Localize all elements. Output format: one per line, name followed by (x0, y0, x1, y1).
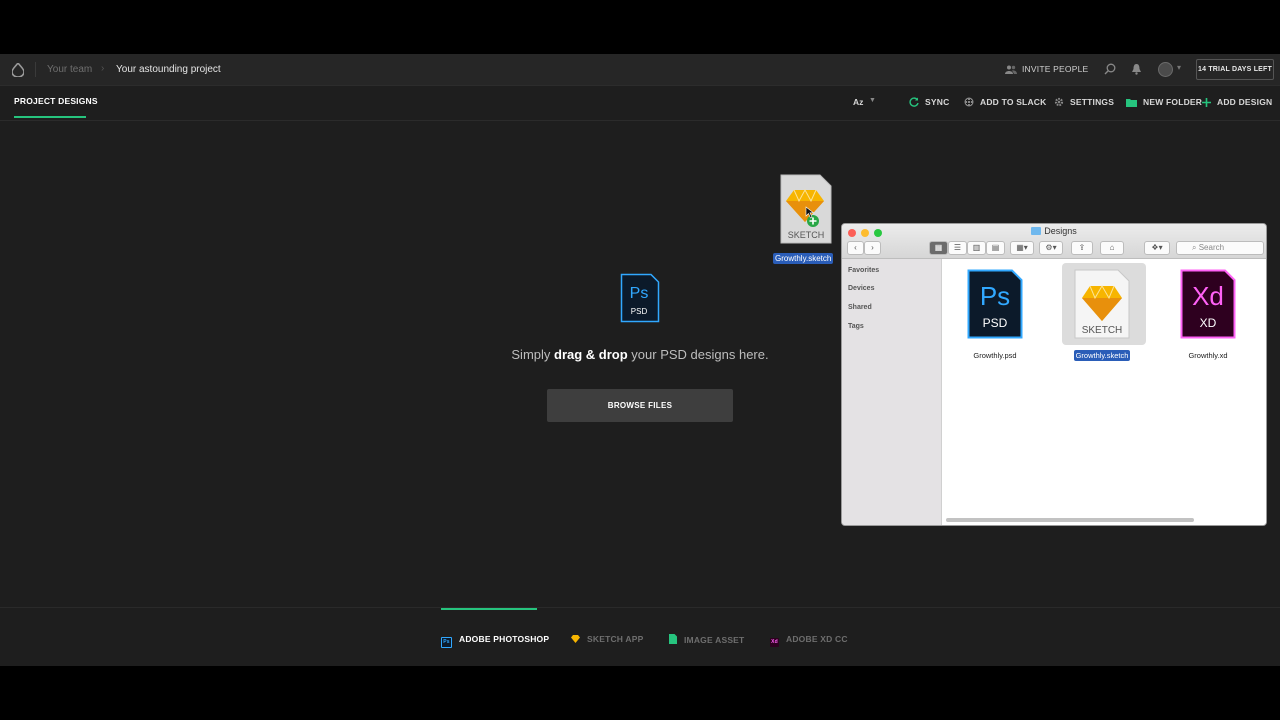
tab-label: ADOBE PHOTOSHOP (459, 634, 550, 644)
sync-button[interactable]: SYNC (909, 97, 949, 107)
forward-button[interactable]: › (864, 241, 881, 255)
image-file-icon (669, 634, 677, 644)
top-bar: Your team › Your astounding project INVI… (0, 54, 1280, 86)
file-growthly-sketch[interactable]: SKETCH Growthly.sketch (1067, 269, 1137, 363)
sync-label: SYNC (925, 97, 950, 107)
xd-icon: Xd (770, 638, 779, 647)
sort-selector[interactable]: Az (853, 97, 863, 107)
tab-label: SKETCH APP (587, 634, 644, 644)
finder-toolbar: Designs ‹ › ▦ ☰ ▥ ▤ ▦▾ ⚙▾ ⇪ ⌂ ❖▾ ⌕ Searc… (842, 224, 1266, 259)
sidebar-item-shared[interactable]: Shared (848, 304, 872, 311)
dropbox-icon[interactable]: ❖▾ (1144, 241, 1170, 255)
icon-view-button[interactable]: ▦ (929, 241, 948, 255)
psd-file-icon: Ps PSD (967, 269, 1023, 339)
photoshop-icon: Ps (441, 637, 452, 648)
breadcrumb-project[interactable]: Your astounding project (116, 64, 221, 75)
tab-adobe-xd[interactable]: Xd ADOBE XD CC (770, 634, 848, 647)
chevron-down-icon[interactable]: ▼ (869, 97, 876, 104)
psd-icon-label-top: Ps (980, 281, 1010, 311)
sync-icon (909, 97, 919, 107)
dragged-sketch-file-icon[interactable]: SKETCH (780, 174, 832, 244)
psd-icon-label-bottom: PSD (983, 316, 1008, 330)
finder-title-text: Designs (1044, 226, 1077, 236)
sidebar-item-tags[interactable]: Tags (848, 323, 864, 330)
add-design-label: ADD DESIGN (1217, 97, 1273, 107)
search-placeholder: Search (1198, 243, 1225, 252)
finder-title: Designs (842, 226, 1266, 236)
share-icon[interactable]: ⇪ (1071, 241, 1093, 255)
finder-content: Ps PSD Growthly.psd SKETCH Growthly.sket… (942, 259, 1266, 525)
folder-icon (1126, 99, 1137, 107)
gear-icon (1054, 97, 1064, 107)
drop-text-after: your PSD designs here. (627, 347, 769, 362)
sidebar-item-devices[interactable]: Devices (848, 285, 874, 292)
file-growthly-xd[interactable]: Xd XD Growthly.xd (1173, 269, 1243, 363)
psd-file-icon: Ps PSD (620, 273, 660, 323)
file-name: Growthly.psd (973, 351, 1017, 360)
app-logo-icon[interactable] (12, 63, 24, 77)
file-growthly-psd[interactable]: Ps PSD Growthly.psd (960, 269, 1030, 363)
tab-project-designs[interactable]: PROJECT DESIGNS (14, 96, 98, 106)
browse-files-button[interactable]: BROWSE FILES (547, 389, 733, 422)
drop-text-before: Simply (511, 347, 555, 362)
sketch-icon-label: SKETCH (788, 230, 825, 240)
sketch-icon-label: SKETCH (1082, 325, 1123, 336)
search-icon: ⌕ (1192, 243, 1197, 252)
slack-label: ADD TO SLACK (980, 97, 1047, 107)
invite-people-button[interactable]: INVITE PEOPLE (1005, 64, 1088, 74)
back-button[interactable]: ‹ (847, 241, 864, 255)
list-view-button[interactable]: ☰ (948, 241, 967, 255)
xd-icon-label-bottom: XD (1200, 316, 1217, 330)
settings-label: SETTINGS (1070, 97, 1115, 107)
psd-icon-label-bottom: PSD (631, 307, 648, 316)
chevron-right-icon: › (101, 63, 105, 74)
group-menu-button[interactable]: ▦▾ (1010, 241, 1034, 255)
dragged-file-name: Growthly.sketch (773, 253, 834, 264)
action-gear-icon[interactable]: ⚙▾ (1039, 241, 1063, 255)
project-toolbar: PROJECT DESIGNS Az ▼ SYNC ADD TO SLACK S… (0, 86, 1280, 121)
file-type-tabs: Ps ADOBE PHOTOSHOP SKETCH APP IMAGE ASSET… (0, 607, 1280, 667)
sketch-file-icon: SKETCH (1074, 269, 1130, 339)
active-tab-indicator (14, 116, 86, 118)
xd-file-icon: Xd XD (1180, 269, 1236, 339)
finder-search-field[interactable]: ⌕ Search (1176, 241, 1264, 255)
bell-icon[interactable] (1131, 63, 1142, 75)
column-view-button[interactable]: ▥ (967, 241, 986, 255)
folder-icon (1031, 227, 1042, 235)
new-folder-label: NEW FOLDER (1143, 97, 1203, 107)
tab-image-asset[interactable]: IMAGE ASSET (669, 634, 744, 645)
tab-adobe-photoshop[interactable]: Ps ADOBE PHOTOSHOP (441, 634, 549, 648)
active-tab-indicator (441, 608, 537, 610)
divider (35, 62, 36, 77)
settings-button[interactable]: SETTINGS (1054, 97, 1114, 107)
tab-sketch-app[interactable]: SKETCH APP (571, 634, 643, 644)
finder-window: Designs ‹ › ▦ ☰ ▥ ▤ ▦▾ ⚙▾ ⇪ ⌂ ❖▾ ⌕ Searc… (841, 223, 1267, 526)
sidebar-item-favorites[interactable]: Favorites (848, 267, 879, 274)
drop-text-bold: drag & drop (554, 347, 628, 362)
trial-days-badge[interactable]: 14 TRIAL DAYS LEFT (1196, 59, 1274, 80)
file-name: Growthly.sketch (1073, 350, 1131, 361)
new-folder-button[interactable]: NEW FOLDER (1126, 97, 1202, 107)
plus-icon (1202, 98, 1211, 107)
slack-icon (964, 97, 974, 107)
tab-label: ADOBE XD CC (786, 634, 848, 644)
breadcrumb-team[interactable]: Your team (47, 64, 92, 75)
gallery-view-button[interactable]: ▤ (986, 241, 1005, 255)
tag-icon[interactable]: ⌂ (1100, 241, 1124, 255)
chevron-down-icon[interactable]: ▾ (1177, 63, 1181, 72)
file-name: Growthly.xd (1188, 351, 1228, 360)
search-icon[interactable] (1104, 63, 1116, 75)
invite-label: INVITE PEOPLE (1022, 64, 1089, 74)
add-to-slack-button[interactable]: ADD TO SLACK (964, 97, 1046, 107)
psd-icon-label-top: Ps (630, 285, 649, 302)
horizontal-scrollbar[interactable] (946, 518, 1194, 522)
xd-icon-label-top: Xd (1192, 281, 1224, 311)
sketch-icon (571, 635, 580, 643)
tab-label: IMAGE ASSET (684, 635, 745, 645)
finder-sidebar: Favorites Devices Shared Tags (842, 259, 942, 525)
people-icon (1005, 65, 1017, 74)
add-design-button[interactable]: ADD DESIGN (1202, 97, 1272, 107)
avatar[interactable] (1158, 62, 1173, 77)
